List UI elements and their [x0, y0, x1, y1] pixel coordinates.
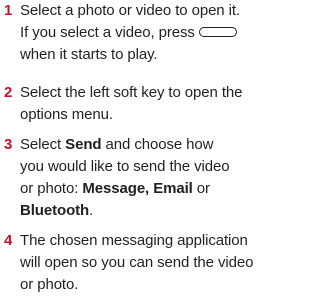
step-line: The chosen messaging application: [20, 232, 248, 249]
step-line: Select a photo or video to open it.: [20, 2, 240, 19]
step-line: or photo: Message, Email or: [20, 178, 268, 200]
step-number: 4: [4, 232, 13, 249]
step-line: will open so you can send the video: [20, 254, 254, 271]
message-email-option-label: Message, Email: [82, 180, 193, 197]
step-line: options menu.: [20, 106, 113, 123]
step-line: when it starts to play.: [20, 46, 158, 63]
step-line: Bluetooth.: [20, 200, 268, 222]
instruction-list: 1 Select a photo or video to open it. If…: [0, 0, 269, 306]
step-line-text: and choose how: [101, 136, 214, 153]
step-text: The chosen messaging application will op…: [20, 230, 268, 296]
step-line-text: Select: [20, 136, 66, 153]
step-text: Select the left soft key to open the opt…: [20, 82, 268, 126]
step-line: If you select a video, press: [20, 22, 268, 44]
bluetooth-option-label: Bluetooth: [20, 202, 90, 219]
step-line-text: or: [192, 180, 210, 197]
step-number: 2: [4, 84, 13, 101]
step-number: 1: [4, 2, 13, 19]
step-text: Select Send and choose how you would lik…: [20, 134, 268, 222]
step-line: you would like to send the video: [20, 158, 230, 175]
end-key-icon: [198, 27, 237, 38]
step-line: or photo.: [20, 276, 79, 293]
step-number: 3: [4, 136, 13, 153]
step-line: Select Send and choose how: [20, 134, 268, 156]
step-line: Select the left soft key to open the: [20, 84, 243, 101]
step-text: Select a photo or video to open it. If y…: [20, 0, 268, 66]
step-line-text: If you select a video, press: [20, 24, 195, 41]
step-line-text: or photo:: [20, 180, 83, 197]
step-line-text: .: [89, 202, 94, 219]
send-option-label: Send: [65, 136, 102, 153]
